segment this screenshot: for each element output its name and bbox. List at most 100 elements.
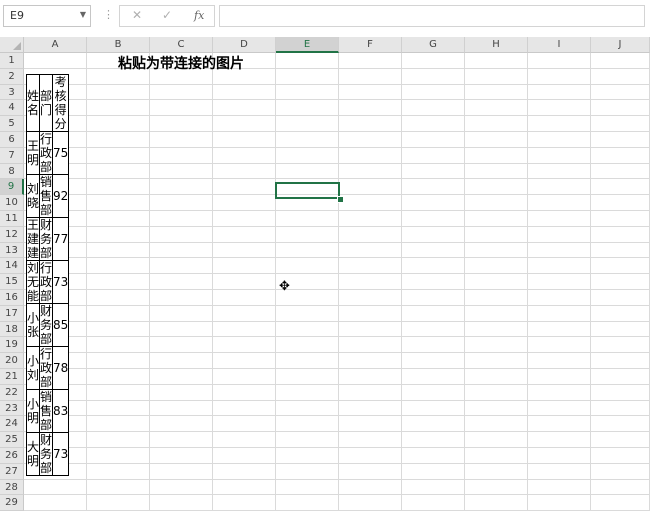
row-header-12[interactable]: 12 [0, 226, 24, 243]
select-all-button[interactable] [0, 37, 24, 53]
row-header-16[interactable]: 16 [0, 290, 24, 306]
table-cell[interactable]: 王明 [25, 131, 41, 175]
table-row: 刘无能 行政部 73 [25, 260, 70, 304]
grid-hline [24, 257, 650, 259]
row-header-24[interactable]: 24 [0, 416, 24, 433]
table-cell[interactable]: 姓名 [25, 74, 41, 132]
table-cell[interactable]: 财务部 [39, 217, 54, 261]
row-header-14[interactable]: 14 [0, 258, 24, 275]
row-header-13[interactable]: 13 [0, 242, 24, 259]
row-header-7[interactable]: 7 [0, 147, 24, 164]
chevron-down-icon[interactable]: ▼ [80, 10, 86, 19]
grid-hline [24, 478, 650, 480]
table-cell[interactable]: 销售部 [39, 389, 54, 433]
row-header-23[interactable]: 23 [0, 400, 24, 417]
grid-hline [24, 273, 650, 275]
row-header-21[interactable]: 21 [0, 369, 24, 385]
fill-handle[interactable] [337, 196, 344, 203]
table-row: 小刘 行政部 78 [25, 346, 70, 390]
table-cell[interactable]: 小张 [25, 303, 41, 347]
table-cell[interactable]: 行政部 [39, 131, 54, 175]
table-cell[interactable]: 73 [52, 260, 70, 304]
table-cell[interactable]: 销售部 [39, 174, 54, 218]
data-table: 姓名 部门 考核得分 王明 行政部 75 刘晓 销售部 92 王建建 财务部 77 刘无能 行政部 73 小张… [25, 74, 70, 476]
enter-icon[interactable]: ✓ [162, 8, 172, 22]
row-header-8[interactable]: 8 [0, 163, 24, 180]
table-cell[interactable]: 考核得分 [52, 74, 70, 132]
column-header-b[interactable]: B [87, 37, 150, 53]
grid-hline [24, 241, 650, 243]
row-header-15[interactable]: 15 [0, 274, 24, 290]
cancel-icon[interactable]: ✕ [132, 8, 142, 22]
row-header-17[interactable]: 17 [0, 305, 24, 322]
row-header-27[interactable]: 27 [0, 463, 24, 480]
grid-vline [338, 53, 339, 511]
grid-hline [24, 336, 650, 338]
column-header-j[interactable]: J [591, 37, 650, 53]
row-header-25[interactable]: 25 [0, 432, 24, 448]
selected-cell-e9[interactable] [275, 182, 340, 199]
column-header-a[interactable]: A [24, 37, 87, 53]
row-header-22[interactable]: 22 [0, 384, 24, 401]
table-cell[interactable]: 刘无能 [25, 260, 41, 304]
row-header-2[interactable]: 2 [0, 68, 24, 85]
table-cell[interactable]: 92 [52, 174, 70, 218]
formula-bar: E9 ▼ ⋮ ✕ ✓ fx [0, 0, 650, 36]
formula-input[interactable] [219, 5, 645, 27]
table-row: 小张 财务部 85 [25, 303, 70, 347]
cross-cursor-icon: ✥ [279, 279, 290, 294]
name-box[interactable]: E9 ▼ [3, 5, 91, 27]
insert-function-icon[interactable]: fx [194, 9, 204, 22]
column-header-h[interactable]: H [465, 37, 528, 53]
grid-vline [401, 53, 402, 511]
grid-hline [24, 115, 650, 117]
drag-handle-icon[interactable]: ⋮ [103, 8, 114, 21]
table-cell[interactable]: 83 [52, 389, 70, 433]
table-cell[interactable]: 行政部 [39, 260, 54, 304]
table-cell[interactable]: 75 [52, 131, 70, 175]
grid-hline [24, 383, 650, 385]
row-header-20[interactable]: 20 [0, 353, 24, 369]
table-cell[interactable]: 73 [52, 432, 70, 476]
row-header-28[interactable]: 28 [0, 479, 24, 496]
table-cell[interactable]: 大明 [25, 432, 41, 476]
sheet-title[interactable]: 粘贴为带连接的图片 [24, 53, 338, 75]
table-cell[interactable]: 行政部 [39, 346, 54, 390]
column-header-f[interactable]: F [339, 37, 402, 53]
row-header-11[interactable]: 11 [0, 211, 24, 227]
row-header-18[interactable]: 18 [0, 321, 24, 338]
cell-grid[interactable] [24, 53, 650, 511]
column-header-e[interactable]: E [276, 37, 339, 53]
row-headers: 1 2 3 4 5 6 7 8 9 10 11 12 13 14 15 16 17 18 19 20 21 22 23 24 2… [0, 53, 24, 511]
row-header-3[interactable]: 3 [0, 84, 24, 101]
table-cell[interactable]: 财务部 [39, 432, 54, 476]
row-header-1[interactable]: 1 [0, 53, 24, 69]
row-header-19[interactable]: 19 [0, 337, 24, 354]
row-header-6[interactable]: 6 [0, 132, 24, 148]
table-cell[interactable]: 部门 [39, 74, 54, 132]
table-cell[interactable]: 财务部 [39, 303, 54, 347]
table-cell[interactable]: 85 [52, 303, 70, 347]
table-cell[interactable]: 小刘 [25, 346, 41, 390]
table-row: 刘晓 销售部 92 [25, 174, 70, 218]
row-header-4[interactable]: 4 [0, 100, 24, 117]
column-header-g[interactable]: G [402, 37, 465, 53]
column-headers: ABCDEFGHIJ [24, 37, 650, 53]
table-cell[interactable]: 77 [52, 217, 70, 261]
table-row: 王明 行政部 75 [25, 131, 70, 175]
column-header-d[interactable]: D [213, 37, 276, 53]
grid-vline [212, 53, 213, 511]
table-cell[interactable]: 王建建 [25, 217, 41, 261]
row-header-9[interactable]: 9 [0, 179, 24, 196]
grid-hline [24, 178, 650, 180]
table-cell[interactable]: 刘晓 [25, 174, 41, 218]
row-header-10[interactable]: 10 [0, 195, 24, 211]
grid-hline [24, 225, 650, 227]
row-header-29[interactable]: 29 [0, 495, 24, 511]
column-header-c[interactable]: C [150, 37, 213, 53]
column-header-i[interactable]: I [528, 37, 591, 53]
table-cell[interactable]: 78 [52, 346, 70, 390]
table-cell[interactable]: 小明 [25, 389, 41, 433]
row-header-26[interactable]: 26 [0, 448, 24, 464]
row-header-5[interactable]: 5 [0, 116, 24, 132]
